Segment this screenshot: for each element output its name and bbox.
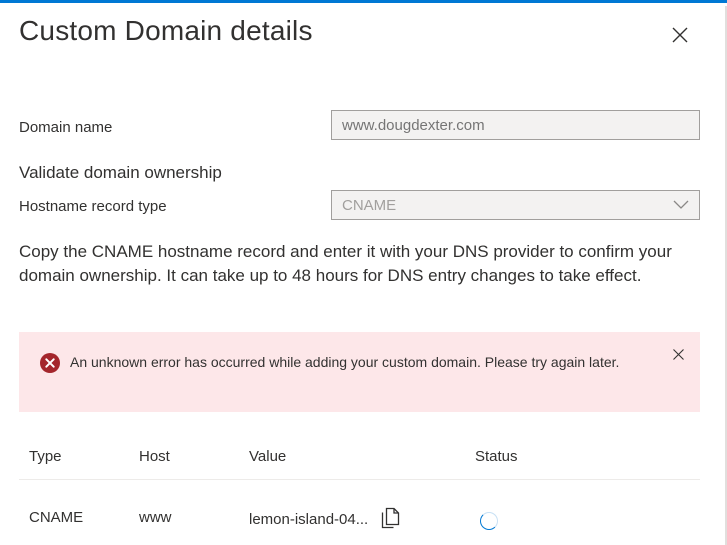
close-icon [672,27,688,43]
error-circle-icon [40,353,60,373]
spinner-icon [480,512,498,530]
cell-value: lemon-island-04... [249,511,369,528]
table-row: CNAME www lemon-island-04... [19,480,700,545]
copy-icon [381,507,400,529]
column-header-status[interactable]: Status [475,448,518,465]
record-type-value: CNAME [342,196,397,214]
error-message-text: An unknown error has occurred while addi… [70,354,620,370]
error-message-bar: An unknown error has occurred while addi… [19,332,700,412]
column-header-type[interactable]: Type [29,448,62,465]
column-header-host[interactable]: Host [139,448,170,465]
domain-name-input[interactable] [331,110,700,140]
domain-name-label: Domain name [19,119,113,136]
cell-type: CNAME [29,509,84,526]
close-button[interactable] [666,21,694,49]
record-type-label: Hostname record type [19,198,167,215]
custom-domain-panel: Custom Domain details Domain name Valida… [0,0,727,545]
table-header: Type Host Value Status [19,433,700,480]
cell-host: www [139,509,172,526]
dns-records-table: Type Host Value Status CNAME www lemon-i… [19,433,700,545]
chevron-down-icon [673,200,689,209]
record-type-dropdown[interactable]: CNAME [331,190,700,220]
copy-value-button[interactable] [381,507,403,529]
column-header-value[interactable]: Value [249,448,286,465]
dns-instructions: Copy the CNAME hostname record and enter… [19,242,672,285]
close-icon [672,348,684,360]
error-dismiss-button[interactable] [670,346,686,362]
validate-ownership-heading: Validate domain ownership [19,163,222,182]
panel-title: Custom Domain details [19,15,313,46]
